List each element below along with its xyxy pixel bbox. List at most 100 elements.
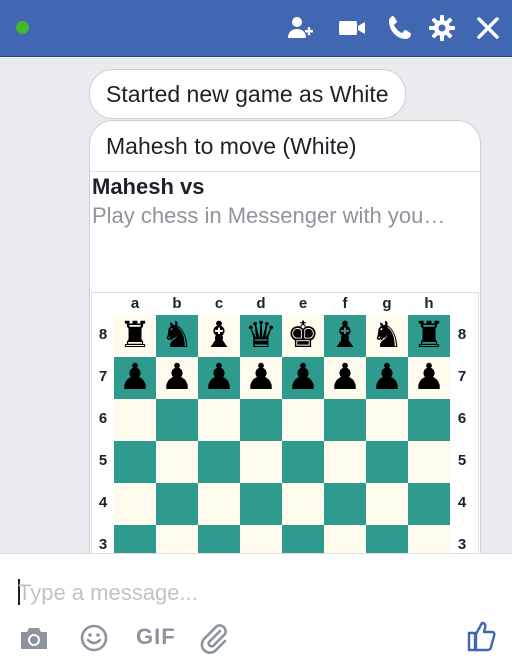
square-h4[interactable] — [408, 483, 450, 525]
square-g3[interactable] — [366, 525, 408, 553]
chess-piece[interactable]: ♞ — [161, 315, 193, 357]
chess-piece[interactable]: ♟ — [413, 357, 445, 399]
close-icon[interactable] — [474, 14, 502, 42]
video-call-icon[interactable] — [338, 14, 366, 42]
file-label-f: f — [342, 295, 348, 312]
conversation-area[interactable]: Started new game as White Mahesh to move… — [0, 57, 512, 553]
square-h7[interactable]: ♟ — [408, 357, 450, 399]
game-status: Mahesh to move (White) — [90, 121, 480, 172]
square-b8[interactable]: ♞ — [156, 315, 198, 357]
square-c8[interactable]: ♝ — [198, 315, 240, 357]
message-text: Started new game as White — [106, 81, 389, 107]
square-a3[interactable] — [114, 525, 156, 553]
square-g4[interactable] — [366, 483, 408, 525]
square-c7[interactable]: ♟ — [198, 357, 240, 399]
chess-game-card[interactable]: Mahesh to move (White) Mahesh vs Play ch… — [89, 120, 481, 553]
file-label-c: c — [214, 295, 224, 312]
chess-piece[interactable]: ♞ — [371, 315, 403, 357]
file-label-g: g — [382, 295, 392, 312]
file-label-h: h — [424, 295, 434, 312]
square-f6[interactable] — [324, 399, 366, 441]
square-g8[interactable]: ♞ — [366, 315, 408, 357]
file-label-a: a — [130, 295, 140, 312]
square-b6[interactable] — [156, 399, 198, 441]
chess-piece[interactable]: ♟ — [203, 357, 235, 399]
square-a6[interactable] — [114, 399, 156, 441]
square-f7[interactable]: ♟ — [324, 357, 366, 399]
rank-label-5-left: 5 — [98, 452, 108, 469]
camera-icon[interactable] — [18, 622, 50, 654]
square-a7[interactable]: ♟ — [114, 357, 156, 399]
game-subtitle: Play chess in Messenger with you… — [92, 203, 446, 228]
thumbs-up-icon[interactable] — [466, 620, 498, 652]
square-d5[interactable] — [240, 441, 282, 483]
square-e8[interactable]: ♚ — [282, 315, 324, 357]
square-e5[interactable] — [282, 441, 324, 483]
chess-piece[interactable]: ♟ — [287, 357, 319, 399]
square-h8[interactable]: ♜ — [408, 315, 450, 357]
gif-button[interactable]: GIF — [136, 624, 176, 650]
square-a8[interactable]: ♜ — [114, 315, 156, 357]
square-b4[interactable] — [156, 483, 198, 525]
square-c6[interactable] — [198, 399, 240, 441]
attachment-icon[interactable] — [198, 622, 230, 654]
square-d7[interactable]: ♟ — [240, 357, 282, 399]
message-composer: GIF — [0, 553, 512, 667]
rank-label-4-right: 4 — [457, 494, 467, 511]
square-a4[interactable] — [114, 483, 156, 525]
chess-piece[interactable]: ♜ — [119, 315, 151, 357]
chess-piece[interactable]: ♟ — [329, 357, 361, 399]
square-a5[interactable] — [114, 441, 156, 483]
square-e4[interactable] — [282, 483, 324, 525]
square-g6[interactable] — [366, 399, 408, 441]
square-h6[interactable] — [408, 399, 450, 441]
square-f5[interactable] — [324, 441, 366, 483]
chess-piece[interactable]: ♚ — [287, 315, 319, 357]
add-people-icon[interactable] — [286, 14, 314, 42]
square-h5[interactable] — [408, 441, 450, 483]
square-d6[interactable] — [240, 399, 282, 441]
rank-label-3-right: 3 — [457, 536, 467, 553]
square-c4[interactable] — [198, 483, 240, 525]
game-title: Mahesh vs — [92, 174, 205, 199]
square-e6[interactable] — [282, 399, 324, 441]
square-b3[interactable] — [156, 525, 198, 553]
square-g7[interactable]: ♟ — [366, 357, 408, 399]
chess-piece[interactable]: ♜ — [413, 315, 445, 357]
chess-board-container[interactable]: abcdefgh 88776655443322 ♜♞♝♛♚♝♞♜♟♟♟♟♟♟♟♟… — [91, 292, 479, 553]
chess-board[interactable]: ♜♞♝♛♚♝♞♜♟♟♟♟♟♟♟♟♙♙♙♙♙♙♙♙♖♘♗♕♔♗♘♖ — [114, 315, 450, 553]
square-f8[interactable]: ♝ — [324, 315, 366, 357]
emoji-icon[interactable] — [78, 622, 110, 654]
phone-icon[interactable] — [386, 14, 414, 42]
gear-icon[interactable] — [428, 14, 456, 42]
rank-label-3-left: 3 — [98, 536, 108, 553]
square-e3[interactable] — [282, 525, 324, 553]
square-g5[interactable] — [366, 441, 408, 483]
square-c3[interactable] — [198, 525, 240, 553]
message-input[interactable] — [16, 574, 490, 612]
rank-label-6-right: 6 — [457, 410, 467, 427]
square-d3[interactable] — [240, 525, 282, 553]
file-label-e: e — [298, 295, 308, 312]
square-h3[interactable] — [408, 525, 450, 553]
chess-piece[interactable]: ♟ — [119, 357, 151, 399]
square-b7[interactable]: ♟ — [156, 357, 198, 399]
square-e7[interactable]: ♟ — [282, 357, 324, 399]
chess-piece[interactable]: ♝ — [203, 315, 235, 357]
chat-header — [0, 0, 512, 57]
square-f4[interactable] — [324, 483, 366, 525]
square-d4[interactable] — [240, 483, 282, 525]
chess-piece[interactable]: ♟ — [245, 357, 277, 399]
online-status-dot — [16, 21, 29, 34]
message-bubble[interactable]: Started new game as White — [89, 69, 406, 119]
chess-piece[interactable]: ♛ — [245, 315, 277, 357]
square-f3[interactable] — [324, 525, 366, 553]
square-c5[interactable] — [198, 441, 240, 483]
file-label-b: b — [172, 295, 182, 312]
chess-piece[interactable]: ♟ — [161, 357, 193, 399]
chess-piece[interactable]: ♟ — [371, 357, 403, 399]
square-b5[interactable] — [156, 441, 198, 483]
square-d8[interactable]: ♛ — [240, 315, 282, 357]
chess-piece[interactable]: ♝ — [329, 315, 361, 357]
rank-label-8-right: 8 — [457, 326, 467, 343]
